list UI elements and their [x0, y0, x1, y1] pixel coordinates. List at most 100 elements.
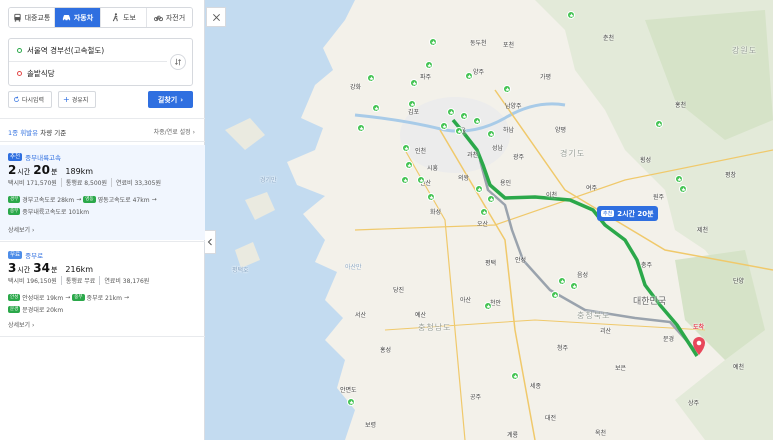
destination-field[interactable]: 솔밭식당: [9, 62, 167, 85]
place-label: 포천: [503, 42, 515, 49]
fuel-cost: 연료비 33,305원: [110, 178, 161, 187]
poi-marker[interactable]: [425, 61, 433, 69]
tab-label: 도보: [123, 13, 136, 22]
destination-label: 도착: [693, 324, 705, 331]
close-button[interactable]: [206, 7, 226, 27]
route-result-recommended[interactable]: 추천 중부내륙고속 2 시간 20 분 189km 택시비 171,570원 통…: [0, 145, 205, 240]
poi-marker[interactable]: [429, 38, 437, 46]
detail-link[interactable]: 상세보기 ›: [8, 320, 34, 329]
poi-marker[interactable]: [570, 282, 578, 290]
place-label: 안면도: [340, 387, 357, 394]
star-icon: [481, 209, 487, 215]
route-distance: 216km: [65, 265, 94, 274]
route-title: 무료 중부로: [8, 250, 43, 260]
bus-icon: [13, 13, 21, 22]
toll-fee: 통행료 무료: [60, 276, 95, 285]
poi-marker[interactable]: [347, 398, 355, 406]
place-label: 아산만: [345, 264, 362, 271]
find-label: 길찾기: [157, 95, 178, 104]
star-icon: [552, 292, 558, 298]
route-time-badge[interactable]: 추천 2시간 20분: [597, 206, 658, 221]
vehicle-settings-row: 1종 휘발유 차량 기준 차종/연료 설정 ›: [8, 127, 195, 137]
road-tag: 문경: [8, 306, 21, 313]
place-label: 아산: [460, 297, 472, 304]
route-duration: 3 시간 34 분 216km: [8, 261, 93, 275]
poi-marker[interactable]: [367, 74, 375, 82]
poi-marker[interactable]: [455, 127, 463, 135]
poi-marker[interactable]: [417, 176, 425, 184]
hours-unit: 시간: [17, 168, 31, 176]
place-label: 양평: [555, 127, 567, 134]
vehicle-suffix: 차량 기준: [40, 129, 67, 137]
detail-link[interactable]: 상세보기 ›: [8, 225, 34, 234]
poi-marker[interactable]: [484, 302, 492, 310]
poi-marker[interactable]: [503, 85, 511, 93]
poi-marker[interactable]: [655, 120, 663, 128]
tab-walk[interactable]: 도보: [101, 8, 147, 27]
route-duration: 2 시간 20 분 189km: [8, 163, 93, 177]
map-canvas[interactable]: 동두천 포천 춘천 강원도 양주 가평 강화 파주 남양주 홍천 김포 서울 하…: [205, 0, 773, 440]
route-actions: 다시입력 + 경유지 길찾기 ›: [8, 91, 193, 109]
route-time: 2시간 20분: [617, 209, 654, 218]
poi-marker[interactable]: [465, 72, 473, 80]
swap-button[interactable]: [170, 54, 186, 70]
start-field[interactable]: 서울역 경부선(고속철도): [9, 39, 167, 62]
poi-marker[interactable]: [460, 112, 468, 120]
place-label: 용인: [500, 180, 512, 187]
place-label: 광주: [513, 154, 525, 161]
poi-marker[interactable]: [440, 122, 448, 130]
star-icon: [428, 194, 434, 200]
divider: [0, 241, 205, 242]
poi-marker[interactable]: [473, 117, 481, 125]
place-label: 제천: [697, 227, 709, 234]
poi-marker[interactable]: [675, 175, 683, 183]
reset-button[interactable]: 다시입력: [8, 91, 52, 108]
road-tag: 영동: [83, 196, 96, 203]
poi-marker[interactable]: [511, 372, 519, 380]
star-icon: [373, 105, 379, 111]
vehicle-settings-link[interactable]: 차종/연료 설정 ›: [154, 127, 195, 137]
find-route-button[interactable]: 길찾기 ›: [148, 91, 193, 108]
poi-marker[interactable]: [402, 144, 410, 152]
segment-row: 문경 문경대로 20km: [8, 305, 198, 314]
place-label: 충청북도: [577, 311, 611, 320]
star-icon: [680, 186, 686, 192]
detail-label: 상세보기: [8, 322, 31, 329]
poi-marker[interactable]: [401, 176, 409, 184]
poi-marker[interactable]: [447, 108, 455, 116]
poi-marker[interactable]: [558, 277, 566, 285]
poi-marker[interactable]: [427, 193, 435, 201]
star-icon: [406, 162, 412, 168]
star-icon: [448, 109, 454, 115]
duration-hours: 2: [8, 163, 17, 177]
poi-marker[interactable]: [475, 185, 483, 193]
tab-car[interactable]: 자동차: [55, 8, 101, 27]
star-icon: [568, 12, 574, 18]
destination-pin-icon[interactable]: [691, 336, 707, 356]
collapse-panel-button[interactable]: [205, 230, 216, 254]
poi-marker[interactable]: [372, 104, 380, 112]
vehicle-class: 1종: [8, 129, 19, 137]
segment-row: 중부 중부내륙고속도로 101km: [8, 207, 198, 216]
add-waypoint-button[interactable]: + 경유지: [58, 91, 96, 108]
refresh-icon: [14, 96, 19, 102]
route-result-free[interactable]: 무료 중부로 3 시간 34 분 216km 택시비 196,150원 통행료 …: [0, 243, 205, 335]
star-icon: [512, 373, 518, 379]
poi-marker[interactable]: [408, 100, 416, 108]
poi-marker[interactable]: [487, 130, 495, 138]
poi-marker[interactable]: [551, 291, 559, 299]
place-label: 평택: [485, 260, 497, 267]
settings-label: 차종/연료 설정: [153, 129, 191, 136]
place-label: 의왕: [458, 175, 470, 182]
poi-marker[interactable]: [357, 124, 365, 132]
poi-marker[interactable]: [480, 208, 488, 216]
route-input-box: 서울역 경부선(고속철도) 솔밭식당: [8, 38, 193, 86]
tab-public-transit[interactable]: 대중교통: [9, 8, 55, 27]
poi-marker[interactable]: [405, 161, 413, 169]
poi-marker[interactable]: [679, 185, 687, 193]
tab-bicycle[interactable]: 자전거: [147, 8, 192, 27]
poi-marker[interactable]: [567, 11, 575, 19]
poi-marker[interactable]: [487, 195, 495, 203]
poi-marker[interactable]: [410, 79, 418, 87]
place-label: 하남: [503, 127, 515, 134]
